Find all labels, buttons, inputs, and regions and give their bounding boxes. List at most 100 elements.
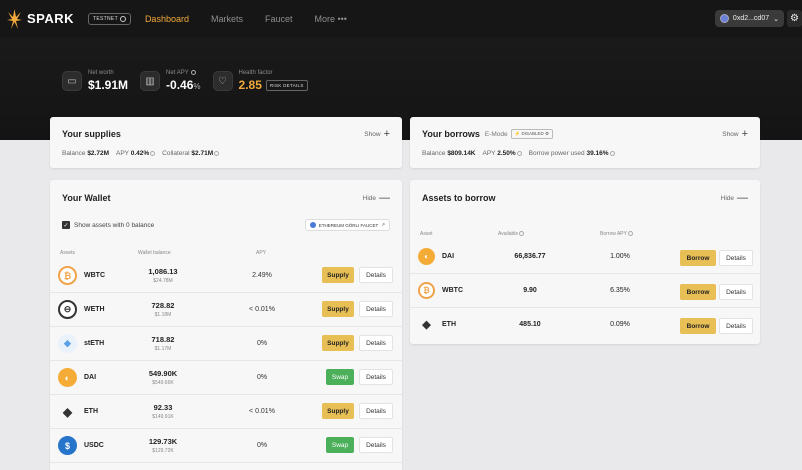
- wallet-balance-usd: $129.72K: [152, 448, 174, 454]
- steth-icon: ◆: [58, 334, 77, 353]
- settings-button[interactable]: ⚙: [787, 10, 802, 27]
- info-icon[interactable]: [627, 231, 633, 237]
- info-icon[interactable]: [516, 150, 522, 156]
- asset-symbol: WETH: [84, 306, 105, 313]
- health-factor-stat: ♡ Health factor 2.85 RISK DETAILS: [212, 70, 308, 92]
- your-supplies-card: Your supplies Show + Balance $2.72M APY 0…: [50, 117, 402, 168]
- available-amount: 66,836.77: [514, 253, 546, 260]
- show-zero-balance-label: Show assets with 0 balance: [74, 221, 155, 229]
- table-row: ◆ stETH 718.82 $1.17M 0% Supply Details: [50, 327, 402, 361]
- borrow-assets-hide-toggle[interactable]: Hide —: [721, 192, 748, 204]
- net-apy-value: -0.46: [166, 78, 194, 93]
- info-icon[interactable]: [214, 150, 220, 156]
- borrow-apy: 6.35%: [610, 287, 630, 294]
- borrow-button[interactable]: Borrow: [680, 284, 716, 300]
- gear-icon: ⚙: [790, 13, 799, 24]
- spark-logo-icon[interactable]: [6, 8, 23, 30]
- borrow-button[interactable]: Borrow: [680, 250, 716, 266]
- net-apy-stat: ▥ Net APY -0.46%: [140, 70, 201, 93]
- asset-symbol: DAI: [442, 253, 455, 260]
- asset-symbol: WBTC: [442, 287, 463, 294]
- nav-markets[interactable]: Markets: [211, 14, 243, 24]
- info-icon[interactable]: [519, 231, 525, 237]
- supply-apy: < 0.01%: [249, 306, 275, 313]
- nav-dashboard[interactable]: Dashboard: [145, 14, 189, 24]
- wallet-hide-toggle[interactable]: Hide —: [363, 192, 390, 204]
- emode-indicator[interactable]: E-Mode ⚡ DISABLED ⚙: [484, 129, 554, 139]
- wallet-balance: 728.82: [151, 301, 175, 310]
- info-icon[interactable]: [191, 70, 197, 75]
- table-row: ₿ WBTC 9.90 6.35% Borrow Details: [410, 276, 760, 308]
- net-apy-label: Net APY: [166, 70, 189, 77]
- wallet-balance: 129.73K: [148, 437, 178, 446]
- supplies-title: Your supplies: [62, 129, 121, 139]
- table-row: ◆ ETH 485.10 0.09% Borrow Details: [410, 310, 760, 342]
- details-button[interactable]: Details: [359, 335, 393, 351]
- risk-details-button[interactable]: RISK DETAILS: [265, 79, 308, 91]
- testnet-badge[interactable]: TESTNET: [88, 12, 131, 25]
- details-button[interactable]: Details: [359, 403, 393, 419]
- nav-more[interactable]: More •••: [315, 14, 347, 24]
- supply-button[interactable]: Supply: [322, 403, 354, 419]
- avatar: [719, 14, 729, 23]
- details-button[interactable]: Details: [359, 437, 393, 453]
- wallet-button[interactable]: 0xd2...cd07 ⌄: [714, 10, 784, 27]
- column-header-assets: Assets: [60, 250, 76, 256]
- column-header-apy: APY: [256, 250, 267, 256]
- bar-chart-icon: ▥: [140, 71, 161, 92]
- borrow-power-value: 39.16%: [586, 150, 609, 157]
- supply-button[interactable]: Supply: [322, 301, 354, 317]
- supplies-summary: Balance $2.72M APY 0.42% Collateral $2.7…: [62, 150, 390, 157]
- supply-apy: 0%: [256, 442, 268, 449]
- supply-apy: 0%: [256, 340, 268, 347]
- show-zero-balance-checkbox[interactable]: ✓: [62, 221, 70, 229]
- weth-icon: ⊖: [58, 300, 77, 319]
- details-button[interactable]: Details: [359, 301, 393, 317]
- plus-icon: +: [383, 128, 390, 140]
- usdc-icon: $: [58, 436, 77, 455]
- borrow-assets-title: Assets to borrow: [422, 193, 496, 203]
- dai-icon: ◐: [58, 368, 77, 387]
- balance-label: Balance: [422, 150, 446, 157]
- collateral-value: $2.71M: [191, 150, 214, 157]
- asset-symbol: ETH: [84, 408, 98, 415]
- eth-icon: ◆: [422, 319, 431, 331]
- asset-symbol: WBTC: [84, 272, 105, 279]
- dai-icon: ◐: [418, 248, 435, 265]
- supply-apy: 0%: [256, 374, 268, 381]
- wallet-address: 0xd2...cd07: [732, 15, 770, 22]
- borrows-title: Your borrows: [422, 129, 480, 139]
- details-button[interactable]: Details: [359, 369, 393, 385]
- plus-icon: +: [741, 128, 748, 140]
- net-worth-value: $1.91M: [88, 78, 129, 93]
- emode-badge[interactable]: ⚡ DISABLED ⚙: [510, 129, 554, 139]
- info-icon[interactable]: [609, 150, 615, 156]
- swap-button[interactable]: Swap: [326, 369, 354, 385]
- info-icon[interactable]: [150, 150, 156, 156]
- details-button[interactable]: Details: [719, 284, 753, 300]
- wallet-balance-usd: $24.78M: [153, 278, 173, 284]
- wallet-title: Your Wallet: [62, 193, 111, 203]
- app-logo-text[interactable]: SPARK: [27, 11, 74, 26]
- borrow-button[interactable]: Borrow: [680, 318, 716, 334]
- details-button[interactable]: Details: [719, 250, 753, 266]
- borrows-summary: Balance $809.14K APY 2.50% Borrow power …: [422, 150, 748, 157]
- details-button[interactable]: Details: [359, 267, 393, 283]
- wbtc-icon: ₿: [418, 282, 435, 299]
- borrows-show-toggle[interactable]: Show +: [722, 128, 748, 140]
- hide-label: Hide: [720, 194, 734, 202]
- emode-label: E-Mode: [484, 130, 508, 138]
- table-row: ⊖ WETH 728.82 $1.18M < 0.01% Supply Detai…: [50, 293, 402, 327]
- nav-faucet[interactable]: Faucet: [265, 14, 293, 24]
- supplies-show-toggle[interactable]: Show +: [364, 128, 390, 140]
- supply-apy: 2.49%: [252, 272, 272, 279]
- supply-button[interactable]: Supply: [322, 267, 354, 283]
- details-button[interactable]: Details: [719, 318, 753, 334]
- net-apy-unit: %: [193, 82, 201, 92]
- testnet-label: TESTNET: [93, 15, 118, 22]
- apy-value: 0.42%: [130, 150, 150, 157]
- swap-button[interactable]: Swap: [326, 437, 354, 453]
- supply-button[interactable]: Supply: [322, 335, 354, 351]
- borrow-power-label: Borrow power used: [528, 150, 585, 157]
- ethereum-faucet-link[interactable]: ETHEREUM GÖRLI FAUCET ↗: [304, 219, 390, 231]
